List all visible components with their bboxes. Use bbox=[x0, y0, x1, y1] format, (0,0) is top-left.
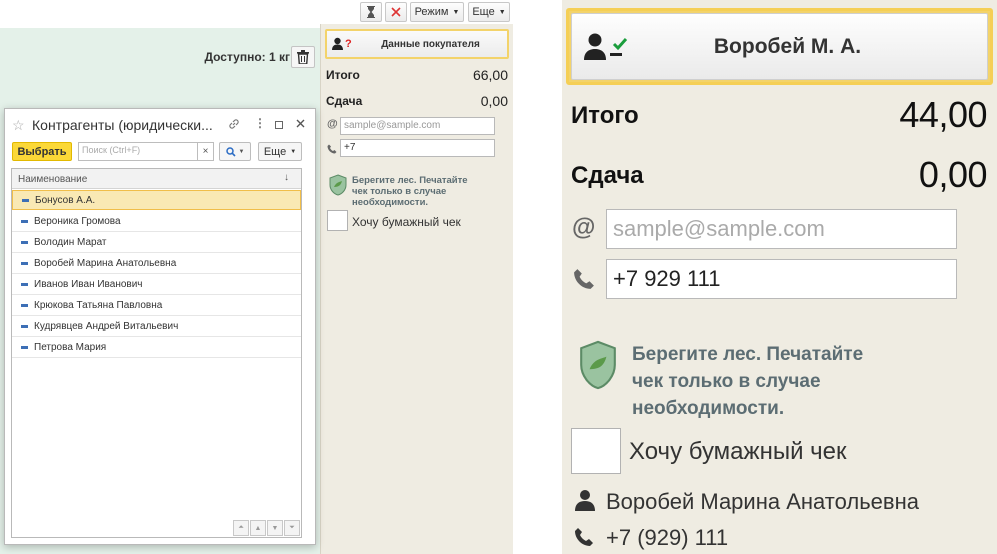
change-value: 0,00 bbox=[480, 93, 508, 109]
row-name: Иванов Иван Иванович bbox=[34, 279, 143, 290]
table-row[interactable]: Бонусов А.А. bbox=[12, 190, 301, 210]
total-label: Итого bbox=[326, 68, 360, 82]
chevron-down-icon: ▼ bbox=[498, 8, 506, 16]
hourglass-button[interactable] bbox=[360, 2, 382, 22]
star-icon[interactable]: ☆ bbox=[12, 117, 25, 134]
at-icon: @ bbox=[327, 118, 338, 130]
paper-receipt-checkbox[interactable] bbox=[327, 210, 348, 231]
column-header-name[interactable]: Наименование bbox=[18, 174, 87, 185]
item-marker-icon bbox=[21, 325, 28, 328]
change-value: 0,00 bbox=[918, 154, 988, 195]
at-icon: @ bbox=[572, 214, 596, 241]
user-question-icon: ? bbox=[332, 37, 352, 50]
buyer-button-label: Данные покупателя bbox=[381, 38, 480, 50]
row-name: Бонусов А.А. bbox=[35, 194, 96, 206]
customer-name: Воробей Марина Анатольевна bbox=[606, 489, 919, 514]
item-marker-icon bbox=[21, 346, 28, 349]
item-marker-icon bbox=[21, 241, 28, 244]
chevron-down-icon: ▼ bbox=[290, 148, 297, 155]
eco-message: Берегите лес. Печатайте чек только в слу… bbox=[352, 175, 468, 208]
row-name: Володин Марат bbox=[34, 237, 107, 248]
clear-search-button[interactable]: × bbox=[197, 142, 214, 161]
paper-receipt-label: Хочу бумажный чек bbox=[352, 215, 461, 229]
mode-label: Режим bbox=[414, 6, 449, 18]
screenshot-divider bbox=[513, 0, 562, 554]
buyer-data-button[interactable]: ? Данные покупателя bbox=[325, 29, 509, 59]
phone-icon bbox=[574, 527, 594, 552]
total-value: 44,00 bbox=[899, 94, 987, 135]
more-label: Еще bbox=[472, 6, 495, 18]
table-row[interactable]: Воробей Марина Анатольевна bbox=[12, 254, 301, 274]
table-row[interactable]: Петрова Мария bbox=[12, 338, 301, 358]
mode-dropdown[interactable]: Режим ▼ bbox=[410, 2, 464, 22]
eco-message-line-2: чек только в случае bbox=[632, 371, 821, 392]
chevron-down-icon: ▼ bbox=[452, 8, 460, 16]
left-screenshot: Режим ▼ Еще ▼ Доступно: 1 кг ? Данные поку… bbox=[0, 0, 513, 554]
email-field[interactable]: sample@sample.com bbox=[340, 117, 495, 135]
item-marker-icon bbox=[21, 304, 28, 307]
available-quantity: Доступно: 1 кг bbox=[204, 50, 290, 64]
total-label: Итого bbox=[571, 102, 639, 129]
item-marker-icon bbox=[22, 198, 29, 202]
search-button[interactable]: ▼ bbox=[219, 142, 251, 161]
total-value: 66,00 bbox=[472, 67, 508, 83]
table-row[interactable]: Иванов Иван Иванович bbox=[12, 275, 301, 295]
row-name: Воробей Марина Анатольевна bbox=[34, 258, 177, 269]
phone-icon bbox=[327, 141, 337, 159]
item-marker-icon bbox=[21, 262, 28, 265]
search-icon bbox=[225, 146, 236, 157]
scroll-last-button[interactable]: ⏷ bbox=[284, 520, 300, 536]
item-marker-icon bbox=[21, 283, 28, 286]
table-row[interactable]: Кудрявцев Андрей Витальевич bbox=[12, 317, 301, 337]
eco-message-line-3: необходимости. bbox=[632, 398, 785, 419]
table-row[interactable]: Вероника Громова bbox=[12, 212, 301, 232]
chevron-down-icon: ▼ bbox=[238, 148, 245, 155]
scroll-up-button[interactable]: ▲ bbox=[250, 520, 266, 536]
cancel-button[interactable] bbox=[385, 2, 407, 22]
dialog-more-label: Еще bbox=[263, 145, 287, 158]
sort-arrow-icon[interactable]: ↓ bbox=[284, 172, 289, 183]
row-name: Вероника Громова bbox=[34, 216, 121, 227]
user-icon bbox=[575, 489, 595, 516]
change-label: Сдача bbox=[326, 94, 363, 108]
maximize-icon[interactable] bbox=[275, 121, 283, 129]
trash-icon bbox=[297, 50, 309, 64]
buyer-button-label: Воробей М. А. bbox=[713, 34, 862, 58]
search-input[interactable]: Поиск (Ctrl+F) bbox=[78, 142, 214, 161]
dialog-more-button[interactable]: Еще ▼ bbox=[258, 142, 302, 161]
row-name: Петрова Мария bbox=[34, 342, 107, 353]
phone-field[interactable]: +7 929 111 bbox=[606, 259, 957, 299]
user-check-icon bbox=[584, 33, 628, 60]
select-button[interactable]: Выбрать bbox=[12, 142, 72, 161]
scroll-first-button[interactable]: ⏶ bbox=[233, 520, 249, 536]
dialog-title: Контрагенты (юридически... bbox=[32, 117, 213, 133]
item-marker-icon bbox=[21, 220, 28, 223]
phone-field[interactable]: +7 bbox=[340, 139, 495, 157]
close-icon[interactable] bbox=[296, 117, 305, 131]
hourglass-icon bbox=[367, 6, 375, 18]
table-header: Наименование ↓ bbox=[12, 169, 301, 189]
svg-text:?: ? bbox=[345, 38, 352, 50]
close-icon bbox=[391, 7, 401, 17]
change-label: Сдача bbox=[571, 162, 644, 189]
scroll-down-button[interactable]: ▼ bbox=[267, 520, 283, 536]
delete-button[interactable] bbox=[291, 46, 315, 68]
paper-receipt-checkbox[interactable] bbox=[571, 428, 621, 474]
paper-receipt-label: Хочу бумажный чек bbox=[629, 438, 847, 465]
row-name: Кудрявцев Андрей Витальевич bbox=[34, 321, 179, 332]
row-name: Крюкова Татьяна Павловна bbox=[34, 300, 163, 311]
leaf-shield-icon bbox=[328, 174, 348, 201]
more-dropdown[interactable]: Еще ▼ bbox=[468, 2, 510, 22]
table-row[interactable]: Крюкова Татьяна Павловна bbox=[12, 296, 301, 316]
buyer-button[interactable]: Воробей М. А. bbox=[571, 13, 988, 80]
leaf-shield-icon bbox=[577, 339, 619, 396]
more-vertical-icon[interactable]: ⋮ bbox=[254, 116, 266, 130]
eco-message-line-1: Берегите лес. Печатайте bbox=[632, 344, 864, 365]
email-field[interactable]: sample@sample.com bbox=[606, 209, 957, 249]
customer-phone: +7 (929) 111 bbox=[606, 525, 729, 550]
table-row[interactable]: Володин Марат bbox=[12, 233, 301, 253]
link-icon[interactable] bbox=[228, 118, 240, 133]
phone-icon bbox=[573, 268, 595, 295]
